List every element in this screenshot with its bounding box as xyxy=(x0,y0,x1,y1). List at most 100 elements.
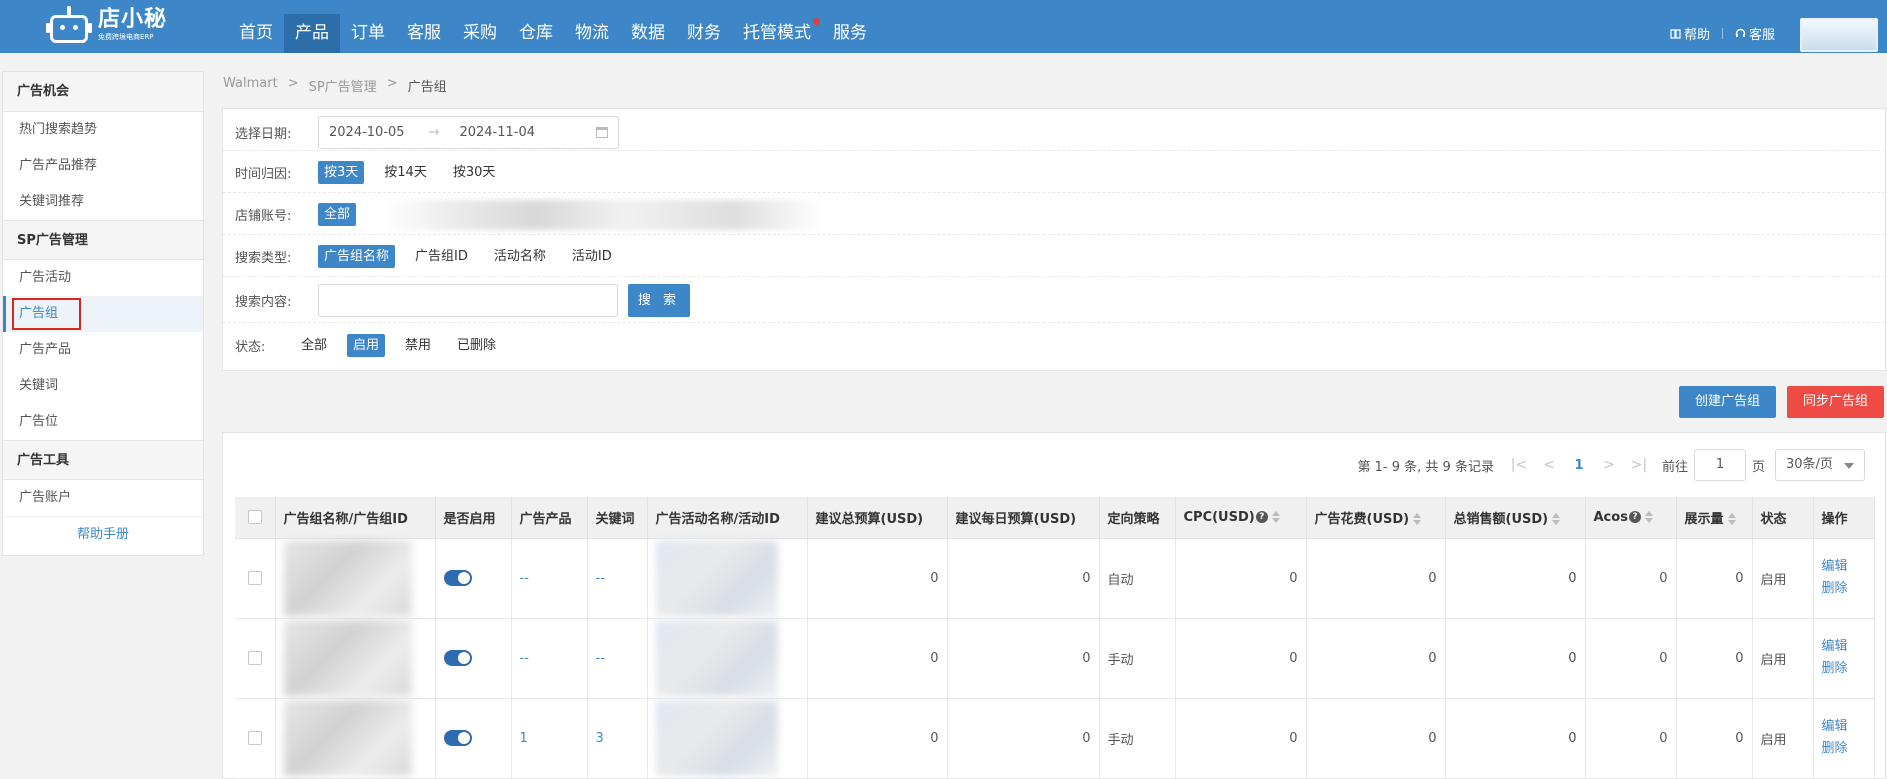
delete-link[interactable]: 删除 xyxy=(1822,578,1866,600)
select-all-checkbox[interactable] xyxy=(247,510,262,525)
impressions-value: 0 xyxy=(1676,618,1753,699)
prev-page-icon[interactable]: < xyxy=(1534,457,1564,473)
sidebar-item-product-recommend[interactable]: 广告产品推荐 xyxy=(3,148,203,184)
calendar-icon xyxy=(596,127,608,138)
status-deleted[interactable]: 已删除 xyxy=(451,334,502,357)
nav-orders[interactable]: 订单 xyxy=(340,14,396,53)
goto-page-input[interactable]: 1 xyxy=(1693,449,1746,481)
help-link[interactable]: 帮助 xyxy=(1670,24,1710,43)
attr-3-days[interactable]: 按3天 xyxy=(318,161,365,184)
nav-finance[interactable]: 财务 xyxy=(676,14,732,53)
nav-services[interactable]: 服务 xyxy=(822,14,878,53)
search-input[interactable] xyxy=(318,284,618,317)
sort-icon[interactable] xyxy=(1271,511,1280,524)
status-enabled[interactable]: 启用 xyxy=(347,333,386,357)
store-label: 店铺账号: xyxy=(235,209,292,224)
col-cpc[interactable]: CPC(USD)? xyxy=(1175,497,1307,539)
nav-home[interactable]: 首页 xyxy=(228,14,284,53)
filter-row-search: 搜索内容: 搜 索 xyxy=(223,279,1885,323)
brand-logo[interactable]: 店小秘 免费跨境电商ERP xyxy=(46,3,172,47)
edit-link[interactable]: 编辑 xyxy=(1822,556,1866,578)
ad-product-count[interactable]: -- xyxy=(511,618,588,699)
nav-products[interactable]: 产品 xyxy=(284,14,340,53)
enabled-toggle[interactable] xyxy=(443,650,472,666)
campaign-name-redacted xyxy=(655,620,778,696)
goto-label: 前往 xyxy=(1661,459,1688,475)
page-number[interactable]: 1 xyxy=(1564,458,1594,473)
nav-customer-service[interactable]: 客服 xyxy=(396,14,452,53)
search-type-campaign-name[interactable]: 活动名称 xyxy=(488,245,552,268)
last-page-icon[interactable]: >| xyxy=(1624,457,1654,473)
status-label: 状态: xyxy=(235,339,266,355)
row-checkbox[interactable] xyxy=(247,731,262,745)
sidebar-item-hot-search[interactable]: 热门搜索趋势 xyxy=(3,112,203,148)
page-size-select[interactable]: 30条/页 xyxy=(1775,449,1865,481)
sort-icon[interactable] xyxy=(1413,513,1422,526)
service-link[interactable]: 客服 xyxy=(1735,24,1775,43)
help-circle-icon[interactable]: ? xyxy=(1255,511,1268,524)
delete-link[interactable]: 删除 xyxy=(1822,658,1866,680)
search-button[interactable]: 搜 索 xyxy=(628,284,690,317)
enabled-toggle[interactable] xyxy=(443,730,472,746)
create-ad-group-button[interactable]: 创建广告组 xyxy=(1679,386,1776,418)
sort-icon[interactable] xyxy=(1727,513,1736,526)
attr-14-days[interactable]: 按14天 xyxy=(378,161,433,184)
help-manual-link[interactable]: 帮助手册 xyxy=(3,516,203,552)
sidebar-item-campaigns[interactable]: 广告活动 xyxy=(3,260,203,296)
sidebar-item-keyword-recommend[interactable]: 关键词推荐 xyxy=(3,184,203,220)
col-impressions[interactable]: 展示量 xyxy=(1676,497,1753,539)
keyword-count[interactable]: -- xyxy=(587,538,648,619)
col-status: 状态 xyxy=(1752,497,1814,539)
col-sales[interactable]: 总销售额(USD) xyxy=(1445,497,1586,539)
next-page-icon[interactable]: > xyxy=(1594,457,1624,473)
sidebar-item-ad-groups[interactable]: 广告组 xyxy=(3,296,203,332)
delete-link[interactable]: 删除 xyxy=(1822,738,1866,760)
nav-warehouse[interactable]: 仓库 xyxy=(508,14,564,53)
status-all[interactable]: 全部 xyxy=(295,334,333,357)
targeting: 手动 xyxy=(1099,618,1176,699)
edit-link[interactable]: 编辑 xyxy=(1822,716,1866,738)
sidebar-item-keywords[interactable]: 关键词 xyxy=(3,368,203,404)
nav-purchasing[interactable]: 采购 xyxy=(452,14,508,53)
first-page-icon[interactable]: |< xyxy=(1504,457,1534,473)
col-campaign-name: 广告活动名称/活动ID xyxy=(647,497,808,539)
breadcrumb-sp-ad[interactable]: SP广告管理 xyxy=(309,76,377,95)
col-spend[interactable]: 广告花费(USD) xyxy=(1306,497,1446,539)
sidebar-item-placements[interactable]: 广告位 xyxy=(3,404,203,440)
enabled-toggle[interactable] xyxy=(443,570,472,586)
book-icon xyxy=(1670,28,1681,39)
attr-30-days[interactable]: 按30天 xyxy=(447,161,502,184)
nav-hosting-mode[interactable]: 托管模式 xyxy=(732,14,822,53)
keyword-count[interactable]: -- xyxy=(587,618,648,699)
nav-logistics[interactable]: 物流 xyxy=(564,14,620,53)
sort-icon[interactable] xyxy=(1644,511,1653,524)
store-all[interactable]: 全部 xyxy=(318,203,357,226)
edit-link[interactable]: 编辑 xyxy=(1822,636,1866,658)
filter-row-store: 店铺账号: 全部 xyxy=(223,195,1885,235)
search-type-group-name[interactable]: 广告组名称 xyxy=(318,245,396,268)
col-group-name: 广告组名称/广告组ID xyxy=(275,497,436,539)
sidebar-item-ad-account[interactable]: 广告账户 xyxy=(3,480,203,516)
user-avatar[interactable] xyxy=(1800,18,1878,52)
sort-icon[interactable] xyxy=(1552,513,1561,526)
date-range-picker[interactable]: 2024-10-05 → 2024-11-04 xyxy=(318,116,619,149)
ad-product-count[interactable]: -- xyxy=(511,538,588,619)
keyword-count[interactable]: 3 xyxy=(587,698,648,779)
cpc-value: 0 xyxy=(1175,538,1307,619)
ad-product-count[interactable]: 1 xyxy=(511,698,588,779)
table-row: 1 3 0 0 手动 0 0 0 0 0 启用 编辑 删除 xyxy=(235,698,1875,779)
sidebar-item-ad-products[interactable]: 广告产品 xyxy=(3,332,203,368)
search-type-campaign-id[interactable]: 活动ID xyxy=(566,245,618,268)
breadcrumb-current: 广告组 xyxy=(407,80,447,95)
search-type-group-id[interactable]: 广告组ID xyxy=(409,245,474,268)
sync-ad-group-button[interactable]: 同步广告组 xyxy=(1787,386,1884,418)
status-disabled[interactable]: 禁用 xyxy=(399,334,437,357)
campaign-name-redacted xyxy=(655,540,778,616)
row-checkbox[interactable] xyxy=(247,571,262,585)
row-checkbox[interactable] xyxy=(247,651,262,665)
nav-data[interactable]: 数据 xyxy=(620,14,676,53)
breadcrumb-walmart[interactable]: Walmart xyxy=(223,76,278,95)
col-acos[interactable]: Acos? xyxy=(1585,497,1677,539)
spend-value: 0 xyxy=(1306,698,1446,779)
help-circle-icon[interactable]: ? xyxy=(1628,511,1641,524)
